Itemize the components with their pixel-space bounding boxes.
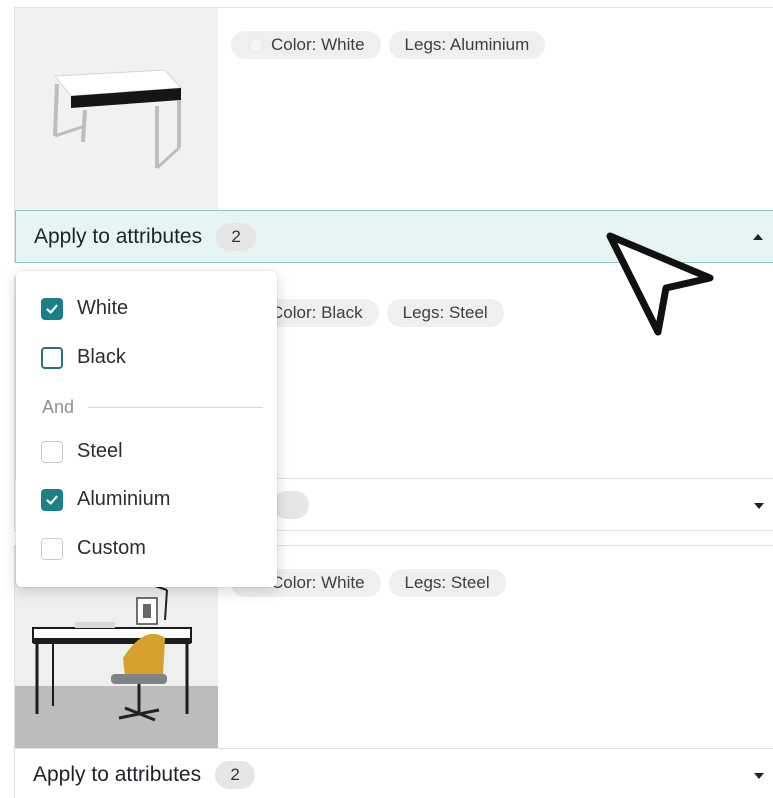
separator-label: And [42,397,75,417]
caret-up-icon [753,233,763,240]
attribute-tag-label: Legs: Steel [404,573,490,592]
attribute-tag-label: Color: White [271,573,365,592]
option-custom[interactable]: Custom [41,537,146,560]
attribute-values-dropdown: White Black And Steel Aluminium Custom [16,271,277,587]
checkbox-checked-icon[interactable] [41,297,63,320]
caret-down-icon [754,502,764,509]
attribute-tag-label: Legs: Aluminium [404,35,530,54]
attribute-tag-label: Color: White [271,35,365,54]
attribute-tag-label: Color: Black [271,303,363,322]
mouse-pointer-icon [602,226,722,351]
option-black[interactable]: Black [41,346,126,369]
attribute-tag: Legs: Steel [388,569,506,597]
and-separator: And [42,397,263,418]
variant-card-1: Color: White Legs: Aluminium Apply to at… [14,7,773,263]
option-aluminium[interactable]: Aluminium [41,488,170,511]
color-swatch-icon [249,38,263,52]
selected-count-badge [273,490,309,519]
attribute-tag: Legs: Aluminium [388,31,546,59]
checkbox-empty-icon[interactable] [41,440,63,463]
attribute-tag: Color: White [231,31,381,59]
selected-count-badge: 2 [215,760,256,789]
apply-to-attributes-toggle[interactable]: Apply to attributes 2 [15,748,773,798]
caret-down-icon [754,772,764,779]
option-label: Black [77,346,126,368]
attribute-tags: Color: White Legs: Aluminium [231,31,546,59]
option-label: White [77,297,129,319]
checkbox-checked-icon[interactable] [41,488,63,511]
selected-count-badge: 2 [216,222,257,251]
checkbox-empty-icon[interactable] [41,346,63,369]
product-image-white-aluminium-desk [15,8,218,210]
option-white[interactable]: White [41,297,128,320]
option-label: Aluminium [77,488,171,510]
attribute-tag-label: Legs: Steel [402,303,488,322]
variant-card-body: Color: White Legs: Aluminium [15,8,773,210]
apply-label: Apply to attributes [33,762,202,786]
checkbox-empty-icon[interactable] [41,537,63,560]
option-label: Steel [77,440,123,462]
option-steel[interactable]: Steel [41,440,123,463]
attribute-tag: Legs: Steel [386,299,504,327]
apply-label: Apply to attributes [34,224,203,248]
option-label: Custom [77,537,146,559]
separator-line [88,407,263,408]
